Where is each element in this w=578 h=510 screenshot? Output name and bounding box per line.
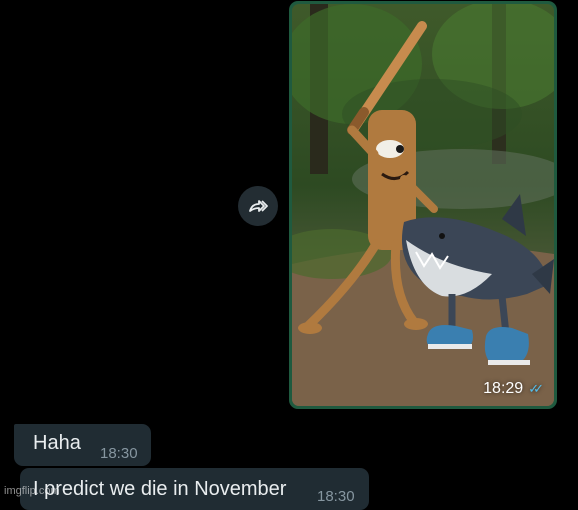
gif-image[interactable]: 18:29 ✓✓ (292, 4, 554, 406)
watermark: imgflip.com (4, 485, 60, 497)
message-time: 18:29 (483, 380, 524, 397)
forward-button[interactable] (238, 186, 278, 226)
incoming-message[interactable]: I predict we die in November 18:30 (20, 468, 369, 510)
chat-area: 18:29 ✓✓ Haha 18:30 I predict we die in … (0, 0, 578, 510)
message-text: I predict we die in November (33, 478, 287, 500)
double-check-icon: ✓✓ (528, 381, 544, 396)
image-message-meta: 18:29 ✓✓ (483, 380, 544, 398)
incoming-message[interactable]: Haha 18:30 (14, 424, 151, 466)
image-message-bubble[interactable]: 18:29 ✓✓ (289, 1, 557, 409)
message-time: 18:30 (100, 445, 138, 462)
message-time: 18:30 (317, 488, 355, 505)
forward-icon (249, 200, 268, 212)
gif-illustration (292, 4, 554, 406)
message-text: Haha (33, 432, 81, 454)
